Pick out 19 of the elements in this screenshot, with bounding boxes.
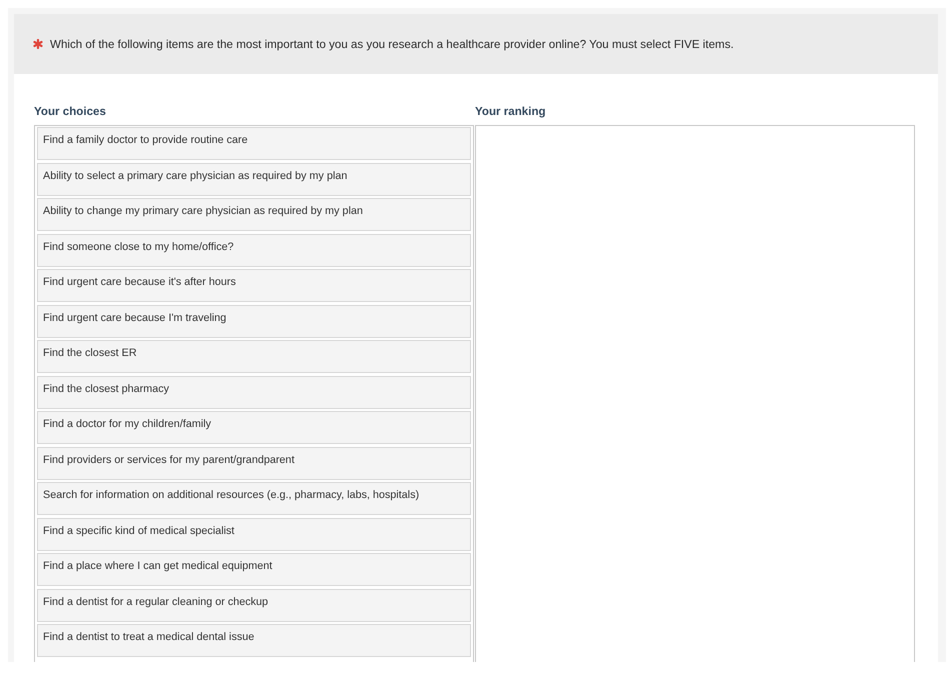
choice-item[interactable]: Find the closest pharmacy [37, 376, 471, 408]
choice-item[interactable]: Ability to select a primary care physician as required by my plan [37, 162, 471, 196]
choice-item[interactable]: Find a doctor for my children/family [37, 411, 471, 444]
choice-item[interactable]: Find the closest ER [37, 340, 471, 373]
choice-item[interactable]: Find a dentist for a regular cleaning or checkup [37, 588, 471, 622]
ranking-drop-area[interactable] [475, 125, 915, 662]
choice-item[interactable]: Find someone close to my home/office? [37, 234, 471, 266]
ranking-heading: Your ranking [475, 104, 546, 120]
question-text: Which of the following items are the most important to you as you research a healthcare provider online? You must select FIVE items. [50, 38, 734, 50]
choice-item[interactable]: Find providers or services for my parent/grandparent [37, 446, 471, 480]
choice-item[interactable]: Find urgent care because I'm traveling [37, 304, 471, 338]
choice-item[interactable]: Find a dentist to treat a medical dental issue [37, 624, 471, 657]
choice-item[interactable]: Ability to change my primary care physician as required by my plan [37, 198, 471, 231]
choice-item[interactable]: Find a specific kind of medical specialist [37, 518, 471, 550]
choice-item[interactable]: Search for information on additional resources (e.g., pharmacy, labs, hospitals) [37, 482, 471, 515]
choice-item[interactable]: Find a place where I can get medical equipment [37, 553, 471, 586]
choices-heading: Your choices [34, 104, 106, 120]
choice-item[interactable]: Find urgent care because it's after hours [37, 269, 471, 302]
choice-item[interactable]: Find a family doctor to provide routine care [37, 127, 471, 160]
